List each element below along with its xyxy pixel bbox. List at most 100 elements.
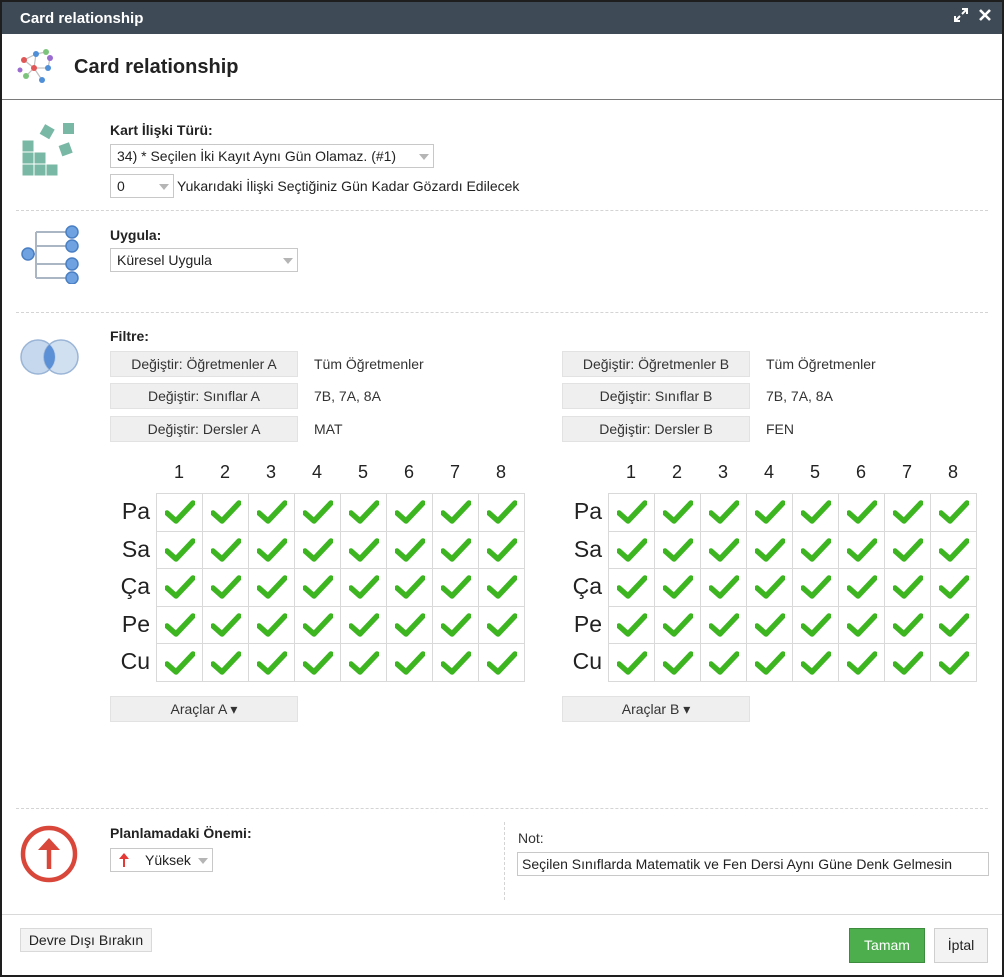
timeslot-cell[interactable] (248, 530, 295, 570)
timeslot-cell[interactable] (838, 568, 885, 607)
change-subjects-b-button[interactable]: Değiştir: Dersler B (562, 416, 750, 442)
timeslot-cell[interactable] (838, 605, 885, 645)
importance-select[interactable]: Yüksek (110, 848, 213, 872)
timeslot-cell[interactable] (340, 643, 387, 682)
timeslot-cell[interactable] (746, 530, 793, 570)
timeslot-cell[interactable] (608, 605, 655, 645)
timeslot-cell[interactable] (294, 530, 341, 570)
timeslot-cell[interactable] (340, 605, 387, 645)
timeslot-cell[interactable] (700, 605, 747, 645)
timeslot-cell[interactable] (248, 643, 295, 682)
timeslot-cell[interactable] (746, 568, 793, 607)
timeslot-cell[interactable] (386, 568, 433, 607)
timeslot-cell[interactable] (202, 605, 249, 645)
timeslot-cell[interactable] (248, 568, 295, 607)
timeslot-cell[interactable] (746, 493, 793, 532)
timeslot-cell[interactable] (930, 530, 977, 570)
timeslot-cell[interactable] (202, 530, 249, 570)
timeslot-cell[interactable] (432, 605, 479, 645)
timeslot-cell[interactable] (340, 493, 387, 532)
timeslot-cell[interactable] (156, 643, 203, 682)
timeslot-cell[interactable] (930, 493, 977, 532)
timeslot-cell[interactable] (202, 493, 249, 532)
close-icon[interactable] (976, 8, 994, 26)
change-classes-b-button[interactable]: Değiştir: Sınıflar B (562, 383, 750, 409)
timeslot-cell[interactable] (432, 530, 479, 570)
timeslot-cell[interactable] (248, 605, 295, 645)
timeslot-cell[interactable] (884, 568, 931, 607)
timeslot-cell[interactable] (884, 530, 931, 570)
timeslot-cell[interactable] (930, 568, 977, 607)
timeslot-cell[interactable] (386, 530, 433, 570)
timeslot-cell[interactable] (340, 530, 387, 570)
timeslot-cell[interactable] (884, 605, 931, 645)
timeslot-cell[interactable] (654, 605, 701, 645)
timeslot-cell[interactable] (792, 530, 839, 570)
timeslot-cell[interactable] (700, 568, 747, 607)
timeslot-cell[interactable] (478, 530, 525, 570)
timeslot-cell[interactable] (700, 643, 747, 682)
timeslot-cell[interactable] (654, 493, 701, 532)
timeslot-cell[interactable] (654, 643, 701, 682)
timeslot-cell[interactable] (156, 568, 203, 607)
timeslot-cell[interactable] (386, 643, 433, 682)
change-classes-a-button[interactable]: Değiştir: Sınıflar A (110, 383, 298, 409)
timeslot-cell[interactable] (700, 530, 747, 570)
timeslot-cell[interactable] (340, 568, 387, 607)
cancel-button[interactable]: İptal (934, 928, 988, 963)
timeslot-cell[interactable] (884, 643, 931, 682)
timeslot-cell[interactable] (884, 493, 931, 532)
timeslot-cell[interactable] (654, 568, 701, 607)
timeslot-cell[interactable] (432, 493, 479, 532)
timeslot-cell[interactable] (156, 493, 203, 532)
disable-button[interactable]: Devre Dışı Bırakın (20, 928, 152, 952)
checkmark-icon (800, 613, 831, 637)
timeslot-cell[interactable] (156, 530, 203, 570)
timeslot-cell[interactable] (838, 530, 885, 570)
timeslot-cell[interactable] (478, 643, 525, 682)
timeslot-cell[interactable] (202, 568, 249, 607)
change-teachers-a-button[interactable]: Değiştir: Öğretmenler A (110, 351, 298, 377)
timeslot-cell[interactable] (294, 493, 341, 532)
timeslot-cell[interactable] (202, 643, 249, 682)
timeslot-cell[interactable] (838, 643, 885, 682)
timeslot-cell[interactable] (478, 605, 525, 645)
timeslot-cell[interactable] (478, 568, 525, 607)
timeslot-cell[interactable] (432, 643, 479, 682)
timeslot-cell[interactable] (608, 568, 655, 607)
timeslot-cell[interactable] (608, 493, 655, 532)
timeslot-cell[interactable] (792, 568, 839, 607)
timeslot-cell[interactable] (792, 605, 839, 645)
timeslot-cell[interactable] (294, 568, 341, 607)
timeslot-cell[interactable] (608, 643, 655, 682)
timeslot-cell[interactable] (838, 493, 885, 532)
timeslot-cell[interactable] (248, 493, 295, 532)
relation-type-select[interactable]: 34) * Seçilen İki Kayıt Aynı Gün Olamaz.… (110, 144, 434, 168)
timeslot-cell[interactable] (930, 605, 977, 645)
timeslot-cell[interactable] (432, 568, 479, 607)
tools-a-button[interactable]: Araçlar A ▾ (110, 696, 298, 722)
change-subjects-a-button[interactable]: Değiştir: Dersler A (110, 416, 298, 442)
change-teachers-b-button[interactable]: Değiştir: Öğretmenler B (562, 351, 750, 377)
timeslot-cell[interactable] (608, 530, 655, 570)
apply-select[interactable]: Küresel Uygula (110, 248, 298, 272)
timeslot-cell[interactable] (700, 493, 747, 532)
ignore-days-select[interactable]: 0 (110, 174, 174, 198)
timeslot-cell[interactable] (386, 605, 433, 645)
timeslot-cell[interactable] (294, 643, 341, 682)
timeslot-cell[interactable] (746, 605, 793, 645)
maximize-icon[interactable] (952, 8, 970, 26)
tools-b-button[interactable]: Araçlar B ▾ (562, 696, 750, 722)
ok-button[interactable]: Tamam (849, 928, 925, 963)
timeslot-cell[interactable] (792, 643, 839, 682)
checkmark-icon (302, 650, 333, 675)
timeslot-cell[interactable] (294, 605, 341, 645)
note-field[interactable]: Seçilen Sınıflarda Matematik ve Fen Ders… (517, 852, 989, 876)
timeslot-cell[interactable] (654, 530, 701, 570)
timeslot-cell[interactable] (930, 643, 977, 682)
timeslot-cell[interactable] (746, 643, 793, 682)
timeslot-cell[interactable] (156, 605, 203, 645)
timeslot-cell[interactable] (478, 493, 525, 532)
timeslot-cell[interactable] (792, 493, 839, 532)
timeslot-cell[interactable] (386, 493, 433, 532)
